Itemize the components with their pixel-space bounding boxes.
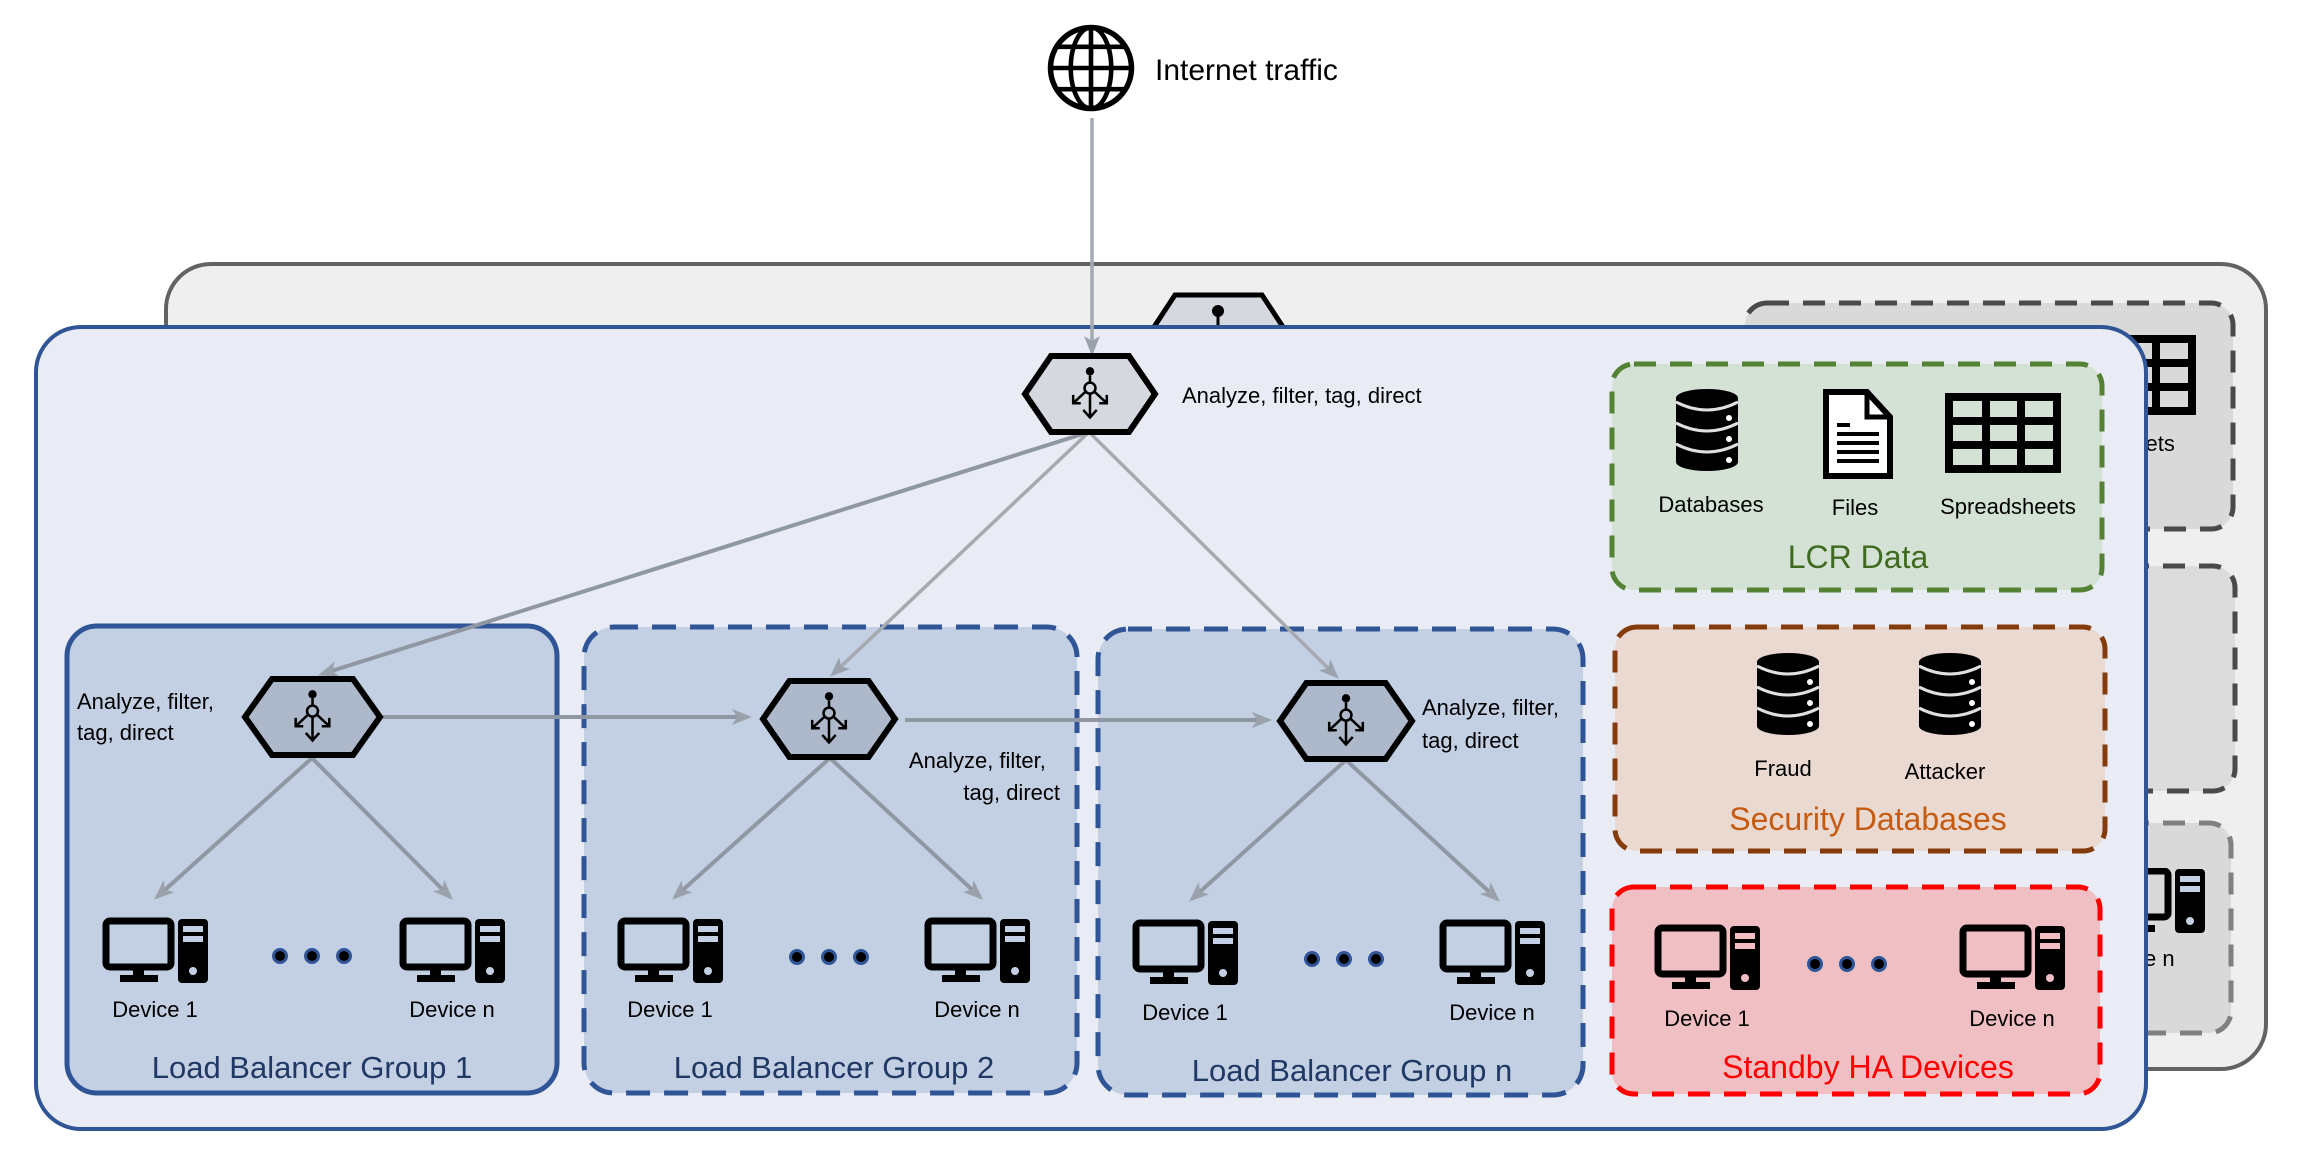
lcr-item-spreadsheets: Spreadsheets: [1940, 494, 2076, 519]
lcr-item-databases: Databases: [1658, 492, 1763, 517]
internet-traffic-label: Internet traffic: [1155, 54, 1338, 87]
ellipsis-dots: [789, 949, 869, 965]
device-label: Device n: [934, 997, 1020, 1022]
database-icon: [1675, 388, 1739, 472]
standby-title: Standby HA Devices: [1722, 1049, 2014, 1085]
device-label: Device n: [409, 997, 495, 1022]
lcr-data-title: LCR Data: [1788, 539, 1929, 575]
device-label: Device 1: [112, 997, 198, 1022]
device-label: Device 1: [1142, 1000, 1228, 1025]
globe-icon: [1051, 28, 1132, 109]
group-1-router-icon: [241, 676, 384, 758]
security-item-attacker: Attacker: [1905, 759, 1986, 784]
ellipsis-dots: [1807, 956, 1887, 972]
attacker-database-icon: [1918, 652, 1982, 736]
top-router-label: Analyze, filter, tag, direct: [1182, 383, 1422, 408]
device-label: Device 1: [627, 997, 713, 1022]
group-1-title: Load Balancer Group 1: [152, 1050, 473, 1085]
group-n-router-icon: [1276, 680, 1416, 762]
security-item-fraud: Fraud: [1754, 756, 1811, 781]
lcr-item-files: Files: [1832, 495, 1878, 520]
ellipsis-dots: [1304, 951, 1384, 967]
device-label: Device 1: [1664, 1006, 1750, 1031]
top-router-icon: [1021, 353, 1159, 435]
device-label: Device n: [1969, 1006, 2055, 1031]
group-2-title: Load Balancer Group 2: [674, 1050, 995, 1085]
network-architecture-diagram: sheets ce n Internet traffic Analyze, fi…: [34, 0, 2268, 1131]
group-n-title: Load Balancer Group n: [1192, 1053, 1513, 1088]
device-label: Device n: [1449, 1000, 1535, 1025]
group-2-router-icon: [759, 678, 899, 760]
ellipsis-dots: [272, 948, 352, 964]
security-databases-title: Security Databases: [1729, 801, 2006, 837]
file-icon: [1826, 392, 1890, 476]
fraud-database-icon: [1756, 652, 1820, 736]
